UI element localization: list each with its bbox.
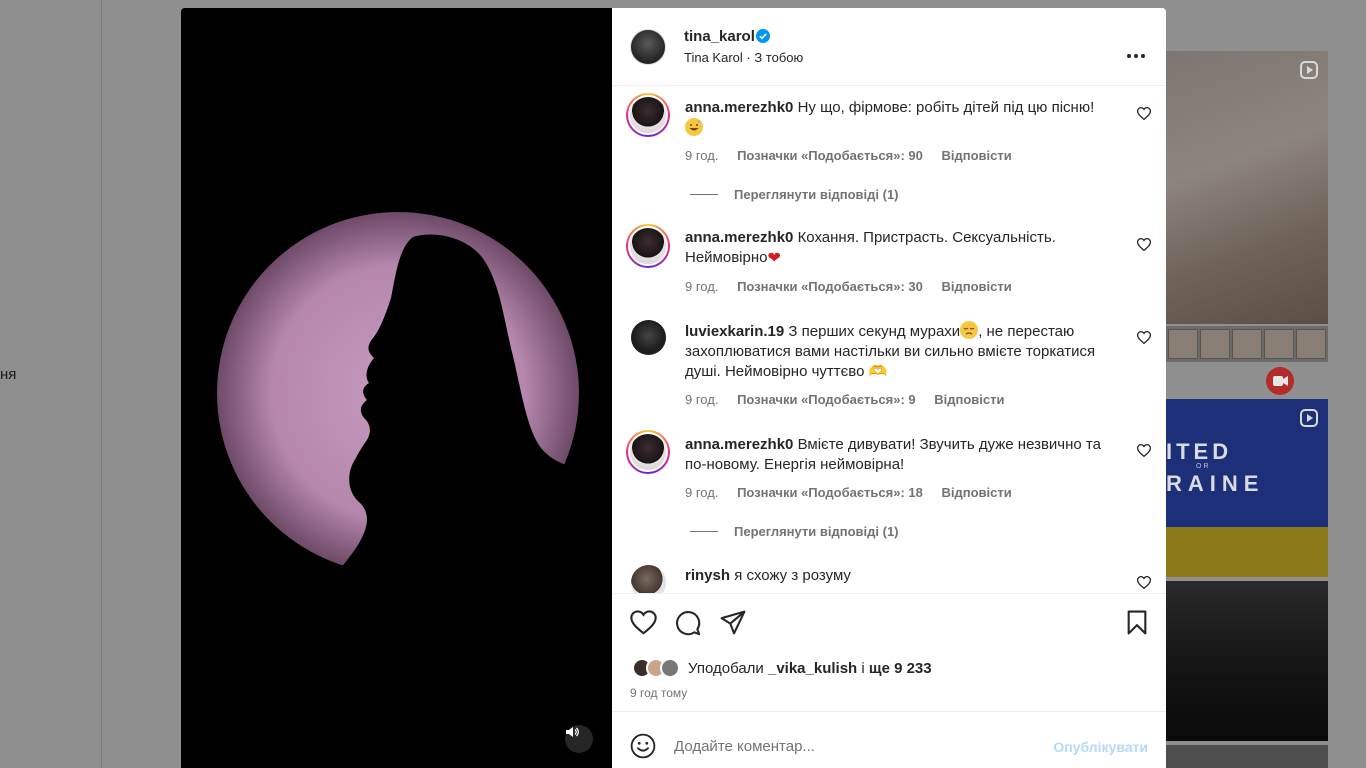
emoji-picker-icon[interactable] [630,733,656,759]
comment-text: luviexkarin.19 З перших секунд мурахи , … [685,321,1125,382]
comment-time[interactable]: 9 год. [685,485,718,500]
background-nav-text: ня [0,366,17,383]
comment-likes-count[interactable]: Позначки «Подобається»: 30 [737,279,923,294]
post-timestamp[interactable]: 9 год тому [630,686,687,700]
share-paper-plane-icon[interactable] [720,610,746,635]
commenter-username[interactable]: rinysh [685,567,730,584]
post-modal: tina_karol Tina Karol · З тобою anna.mer… [181,8,1166,768]
comment-likes-count[interactable]: Позначки «Подобається»: 18 [737,485,923,500]
comment-text: anna.merezhk0 Ну що, фірмове: робіть діт… [685,98,1125,139]
owner-audio-subtitle[interactable]: Tina Karol · З тобою [684,50,803,65]
comment-likes-count[interactable]: Позначки «Подобається»: 9 [737,392,916,407]
comment-text: anna.merezhk0 Вмієте дивувати! Звучить д… [685,435,1125,475]
reply-button[interactable]: Відповісти [941,485,1011,500]
background-sidebar-divider [101,0,102,768]
comment-time[interactable]: 9 год. [685,148,718,163]
background-reel-tile[interactable] [1166,51,1328,324]
comment-like-heart-icon[interactable] [1137,576,1151,589]
tile-text: OR [1196,463,1211,470]
save-bookmark-icon[interactable] [1126,610,1148,635]
liked-by-prefix: Уподобали [688,659,764,677]
commenter-avatar[interactable] [626,430,670,474]
background-reel-tile[interactable] [1166,581,1328,741]
commenter-avatar[interactable] [631,320,666,355]
liked-by-row: Уподобали _vika_kulish і ще 9 233 [632,658,932,678]
add-comment-bar: Опублікувати [612,711,1166,768]
tile-text: RAINE [1166,471,1265,496]
reply-button[interactable]: Відповісти [941,279,1011,294]
more-options-button[interactable] [1127,45,1145,63]
comment-meta: 9 год. Позначки «Подобається»: 18 Відпов… [685,485,1027,500]
publish-comment-button[interactable]: Опублікувати [1053,739,1148,755]
grinning-sweat-emoji [685,118,703,136]
liker-avatar[interactable] [660,658,680,678]
view-replies-button[interactable]: Переглянути відповіді (1) [690,524,899,539]
comment-input[interactable] [674,738,1034,755]
comment-time[interactable]: 9 год. [685,279,718,294]
background-reel-tile[interactable] [1166,745,1328,768]
reel-icon [1300,409,1318,427]
owner-username[interactable]: tina_karol [684,28,755,45]
post-video[interactable] [181,8,612,768]
verified-badge-icon [756,29,770,43]
commenter-username[interactable]: anna.merezhk0 [685,99,793,116]
comment-body: З перших секунд мурахи [788,323,961,340]
likes-count[interactable]: ще 9 233 [869,660,932,677]
comment-likes-count[interactable]: Позначки «Подобається»: 90 [737,148,923,163]
post-actions: Уподобали _vika_kulish і ще 9 233 9 год … [612,593,1166,711]
more-options-icon [1127,54,1145,58]
commenter-username[interactable]: luviexkarin.19 [685,323,784,340]
commenter-avatar[interactable] [626,224,670,268]
comment-bubble-icon[interactable] [675,610,701,636]
commenter-avatar[interactable] [631,565,666,593]
background-reel-tile[interactable]: ITED OR RAINE [1166,399,1328,577]
post-header: tina_karol Tina Karol · З тобою [612,8,1166,86]
post-side-panel: tina_karol Tina Karol · З тобою anna.mer… [612,8,1166,768]
comment-time[interactable]: 9 год. [685,392,718,407]
tile-text: ITED [1166,439,1233,464]
comment-text: anna.merezhk0 Кохання. Пристрасть. Сексу… [685,228,1125,269]
commenter-avatar[interactable] [626,93,670,137]
owner-avatar[interactable] [630,29,666,65]
reel-icon [1300,61,1318,79]
comment-like-heart-icon[interactable] [1137,238,1151,251]
comment-body: я схожу з розуму [734,567,851,584]
comment-meta: 9 год. Позначки «Подобається»: 90 Відпов… [685,148,1027,163]
commenter-username[interactable]: anna.merezhk0 [685,229,793,246]
comment-like-heart-icon[interactable] [1137,444,1151,457]
comment-text: rinysh я схожу з розуму [685,566,1125,586]
liked-by-suffix: і [861,659,865,677]
speaker-icon [566,727,579,737]
commenter-username[interactable]: anna.merezhk0 [685,436,793,453]
mute-toggle-button[interactable] [565,725,593,753]
like-heart-icon[interactable] [630,610,657,635]
comments-list[interactable]: anna.merezhk0 Ну що, фірмове: робіть діт… [612,87,1166,593]
comment-meta: 9 год. Позначки «Подобається»: 30 Відпов… [685,279,1027,294]
liked-by-text: Уподобали _vika_kulish і ще 9 233 [688,660,932,677]
pensive-face-emoji [960,321,979,339]
liked-by-user[interactable]: _vika_kulish [768,660,857,677]
silhouette-video-frame [181,8,612,768]
comment-meta: 9 год. Позначки «Подобається»: 9 Відпові… [685,392,1020,407]
record-icon [1266,367,1294,395]
reply-button[interactable]: Відповісти [941,148,1011,163]
view-replies-button[interactable]: Переглянути відповіді (1) [690,187,899,202]
comment-like-heart-icon[interactable] [1137,331,1151,344]
comment-like-heart-icon[interactable] [1137,107,1151,120]
background-thumbnail-strip [1166,326,1328,362]
flag-stripe [1166,527,1328,577]
comment-body: Ну що, фірмове: робіть дітей під цю пісн… [797,99,1095,116]
red-heart-emoji: ❤ [767,250,781,267]
reply-button[interactable]: Відповісти [934,392,1004,407]
